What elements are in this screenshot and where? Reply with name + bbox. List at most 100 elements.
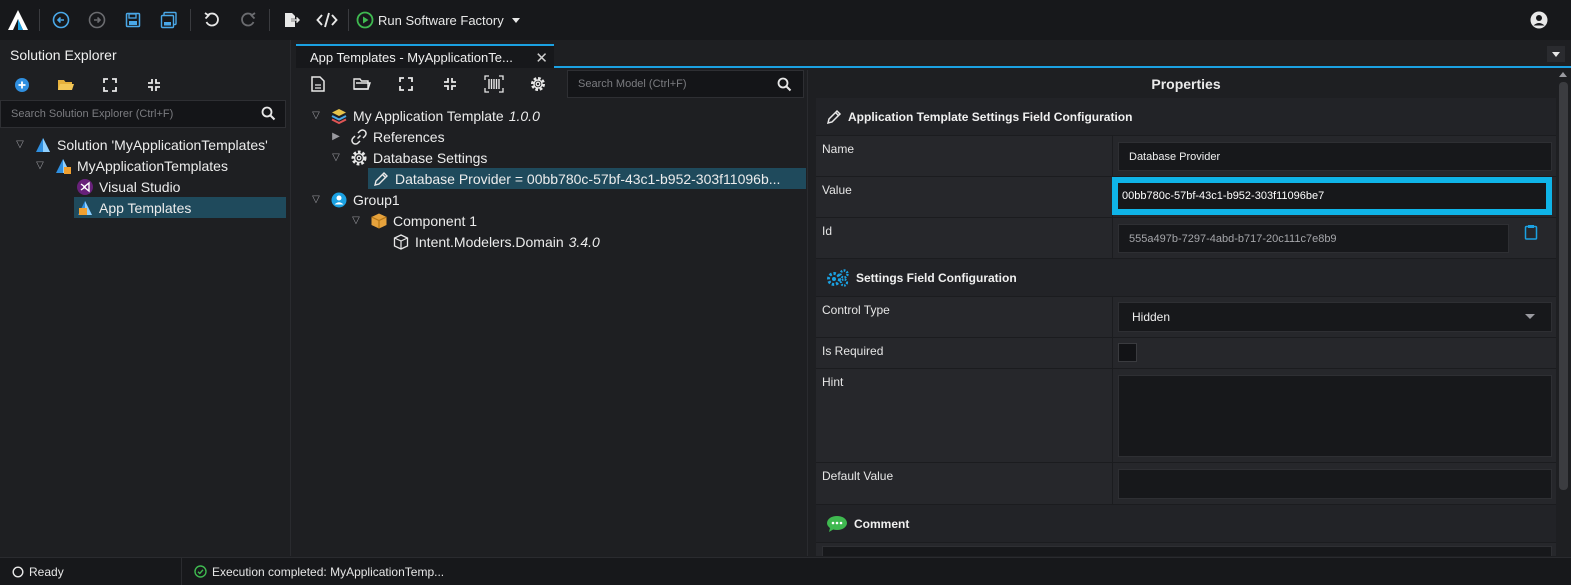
search-icon[interactable] — [777, 77, 793, 93]
default-value-field[interactable] — [1118, 469, 1552, 499]
property-is-required-row: Is Required — [816, 338, 1556, 369]
solution-explorer-panel: Solution Explorer ▽ Solution 'MyApplicat… — [0, 40, 291, 556]
comment-textarea[interactable] — [822, 546, 1552, 556]
link-icon — [350, 128, 368, 146]
group-icon — [330, 191, 348, 209]
status-ready: Ready — [0, 557, 182, 585]
ready-circle-icon — [12, 565, 24, 578]
section-comment: Comment — [816, 505, 1556, 543]
model-search-box — [567, 70, 804, 98]
model-search-input[interactable] — [568, 71, 768, 97]
redo-icon[interactable] — [230, 0, 266, 40]
collapse-all-icon[interactable] — [132, 70, 176, 100]
tree-item-component-1[interactable]: ▽ Component 1 — [350, 210, 477, 231]
save-all-icon[interactable] — [151, 0, 187, 40]
value-field[interactable] — [1112, 177, 1552, 215]
tab-label: App Templates - MyApplicationTe... — [310, 49, 513, 65]
tree-item-my-application-template[interactable]: ▽ My Application Template 1.0.0 — [310, 105, 540, 126]
scroll-up-arrow-icon[interactable] — [1559, 72, 1567, 77]
expand-all-icon[interactable] — [384, 70, 428, 98]
property-control-type-label: Control Type — [822, 303, 890, 317]
property-control-type-row: Control Type Hidden — [816, 297, 1556, 338]
collapse-caret-icon[interactable]: ▽ — [310, 194, 322, 205]
tree-item-database-provider[interactable]: Database Provider = 00bb780c-57bf-43c1-b… — [368, 168, 806, 189]
tree-item-intent-modelers-domain[interactable]: Intent.Modelers.Domain 3.4.0 — [392, 231, 600, 252]
name-field[interactable] — [1118, 142, 1552, 171]
divider — [1112, 338, 1113, 368]
settings-icon[interactable] — [516, 70, 560, 98]
status-ready-text: Ready — [29, 564, 64, 579]
new-document-icon[interactable] — [296, 70, 340, 98]
section-title: Application Template Settings Field Conf… — [848, 109, 1133, 124]
tab-list-dropdown-icon[interactable] — [1547, 46, 1565, 62]
properties-panel: Properties Application Template Settings… — [816, 70, 1556, 556]
check-circle-icon — [194, 565, 207, 578]
gear-icon — [350, 149, 368, 167]
property-id-row: Id — [816, 218, 1556, 259]
status-bar: Ready Execution completed: MyApplication… — [0, 557, 1571, 585]
solution-icon — [34, 136, 52, 154]
is-required-checkbox[interactable] — [1118, 343, 1137, 362]
expand-caret-icon[interactable]: ▶ — [330, 131, 342, 142]
run-software-factory-button[interactable]: Run Software Factory — [352, 0, 520, 40]
barcode-icon[interactable] — [472, 70, 516, 98]
user-icon[interactable] — [1529, 10, 1549, 30]
add-icon[interactable] — [0, 70, 44, 100]
collapse-caret-icon[interactable]: ▽ — [310, 110, 322, 121]
model-toolbar — [296, 70, 560, 98]
tree-item-label: Database Provider = 00bb780c-57bf-43c1-b… — [395, 170, 781, 187]
tree-item-group1[interactable]: ▽ Group1 — [310, 189, 400, 210]
tree-item-app-templates[interactable]: App Templates — [74, 197, 286, 218]
property-is-required-label: Is Required — [822, 344, 884, 358]
tree-item-solution[interactable]: ▽ Solution 'MyApplicationTemplates' — [14, 134, 268, 155]
tree-item-database-settings[interactable]: ▽ Database Settings — [330, 147, 487, 168]
tree-item-label: MyApplicationTemplates — [77, 157, 228, 174]
open-folder-icon[interactable] — [340, 70, 384, 98]
model-tree-panel: ▽ My Application Template 1.0.0 ▶ Refere… — [296, 70, 808, 556]
dropdown-caret-icon[interactable] — [511, 17, 520, 23]
collapse-caret-icon[interactable]: ▽ — [350, 215, 362, 226]
save-icon[interactable] — [115, 0, 151, 40]
clipboard-icon[interactable] — [1524, 224, 1540, 240]
solution-search-input[interactable] — [1, 101, 241, 127]
control-type-select[interactable]: Hidden — [1118, 302, 1552, 332]
tree-item-myapplicationtemplates[interactable]: ▽ MyApplicationTemplates — [34, 155, 228, 176]
property-hint-row: Hint — [816, 369, 1556, 463]
section-application-template-settings: Application Template Settings Field Conf… — [816, 98, 1556, 136]
export-icon[interactable] — [273, 0, 309, 40]
property-value-row: Value — [816, 177, 1556, 218]
tree-item-references[interactable]: ▶ References — [330, 126, 444, 147]
open-folder-icon[interactable] — [44, 70, 88, 100]
main-toolbar: Run Software Factory — [0, 0, 1571, 40]
tab-app-templates[interactable]: App Templates - MyApplicationTe... ✕ — [296, 44, 554, 68]
toolbar-separator — [39, 9, 40, 31]
stacked-layers-icon — [330, 107, 348, 125]
tree-item-visual-studio[interactable]: Visual Studio — [76, 176, 180, 197]
visual-studio-icon — [76, 178, 94, 196]
undo-icon[interactable] — [194, 0, 230, 40]
tree-item-version: 3.4.0 — [568, 233, 600, 250]
scrollbar-thumb[interactable] — [1559, 82, 1568, 490]
code-icon[interactable] — [309, 0, 345, 40]
back-icon[interactable] — [43, 0, 79, 40]
collapse-caret-icon[interactable]: ▽ — [330, 152, 342, 163]
section-settings-field-configuration: Settings Field Configuration — [816, 259, 1556, 297]
collapse-all-icon[interactable] — [428, 70, 472, 98]
search-icon[interactable] — [261, 106, 277, 122]
properties-scrollbar[interactable] — [1556, 70, 1571, 556]
collapse-caret-icon[interactable]: ▽ — [34, 160, 46, 171]
collapse-caret-icon[interactable]: ▽ — [14, 139, 26, 150]
hint-textarea[interactable] — [1118, 375, 1552, 457]
property-hint-label: Hint — [822, 375, 844, 389]
expand-all-icon[interactable] — [88, 70, 132, 100]
intent-logo-icon[interactable] — [0, 0, 36, 40]
toolbar-separator — [269, 9, 270, 31]
divider — [1112, 218, 1113, 258]
forward-icon[interactable] — [79, 0, 115, 40]
close-icon[interactable]: ✕ — [535, 49, 548, 67]
section-title: Comment — [854, 516, 910, 531]
section-title: Settings Field Configuration — [856, 270, 1017, 285]
divider — [1112, 297, 1113, 337]
status-execution[interactable]: Execution completed: MyApplicationTemp..… — [182, 565, 444, 579]
module-icon — [392, 233, 410, 251]
